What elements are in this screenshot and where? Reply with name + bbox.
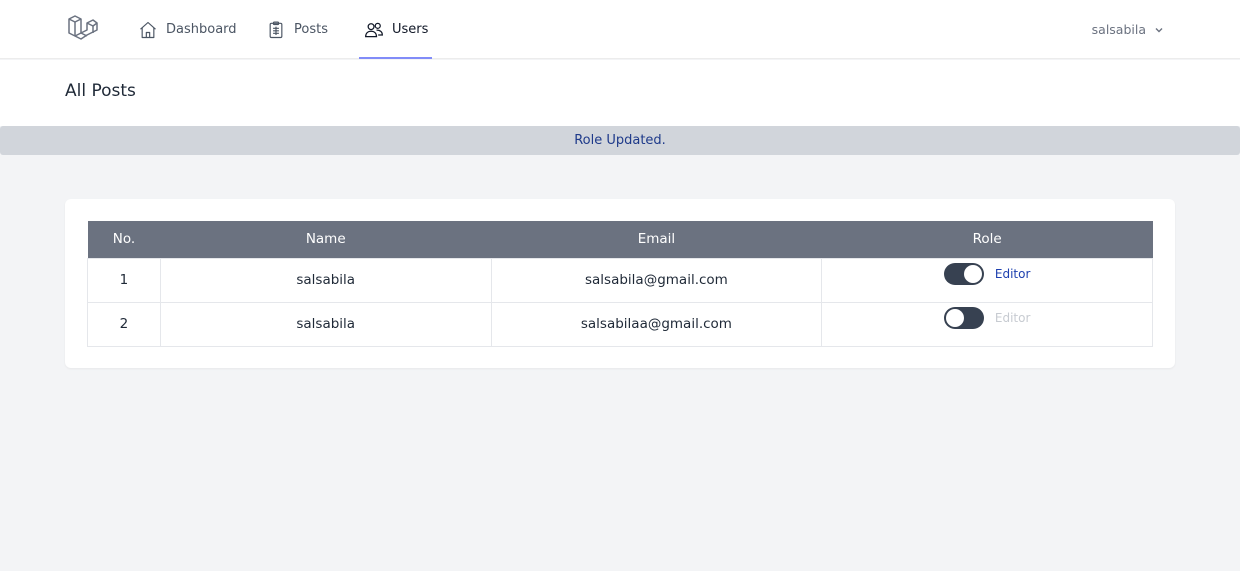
toggle-knob	[945, 309, 964, 327]
user-dropdown[interactable]: salsabila	[1092, 0, 1164, 59]
row-email: salsabilaa@gmail.com	[490, 301, 823, 347]
toggle-knob	[963, 265, 982, 283]
laravel-logo-icon[interactable]	[66, 13, 98, 45]
role-toggle[interactable]	[943, 307, 984, 329]
role-control: Editor	[943, 307, 1031, 329]
chevron-down-icon	[1155, 27, 1163, 32]
users-icon	[365, 22, 383, 37]
table-row: 2 salsabila salsabilaa@gmail.com Editor	[87, 301, 1153, 347]
users-table: No. Name Email Role 1 salsabila salsabil…	[87, 221, 1153, 347]
nav-users-link[interactable]: Users	[358, 0, 433, 59]
nav-posts-label: Posts	[294, 22, 328, 37]
users-table-card: No. Name Email Role 1 salsabila salsabil…	[65, 199, 1175, 368]
header-name: Name	[160, 221, 492, 258]
row-email: salsabila@gmail.com	[490, 257, 823, 303]
header-role: Role	[821, 221, 1153, 258]
role-control: Editor	[943, 263, 1031, 285]
row-number: 2	[87, 301, 161, 347]
page-title: All Posts	[65, 81, 136, 101]
role-label: Editor	[994, 267, 1031, 281]
row-role-cell: Editor	[821, 257, 1153, 303]
top-navbar: Dashboard Posts Users salsabila	[0, 0, 1240, 59]
nav-dashboard-link[interactable]: Dashboard	[138, 0, 237, 59]
header-email: Email	[491, 221, 822, 258]
role-label: Editor	[994, 311, 1031, 325]
home-icon	[140, 21, 156, 38]
page-header	[0, 60, 1240, 126]
table-row: 1 salsabila salsabila@gmail.com Editor	[87, 257, 1153, 303]
clipboard-icon	[269, 21, 283, 38]
nav-posts-link[interactable]: Posts	[266, 0, 328, 59]
nav-users-label: Users	[392, 22, 429, 37]
row-number: 1	[87, 257, 161, 303]
header-no: No.	[87, 221, 161, 258]
row-name: salsabila	[159, 301, 492, 347]
user-name: salsabila	[1091, 22, 1146, 37]
row-role-cell: Editor	[821, 301, 1153, 347]
row-name: salsabila	[159, 257, 492, 303]
flash-message-text: Role Updated.	[574, 133, 666, 148]
table-header-row: No. Name Email Role	[87, 221, 1153, 258]
nav-dashboard-label: Dashboard	[166, 22, 237, 37]
role-toggle[interactable]	[943, 263, 984, 285]
flash-message: Role Updated.	[0, 126, 1240, 155]
